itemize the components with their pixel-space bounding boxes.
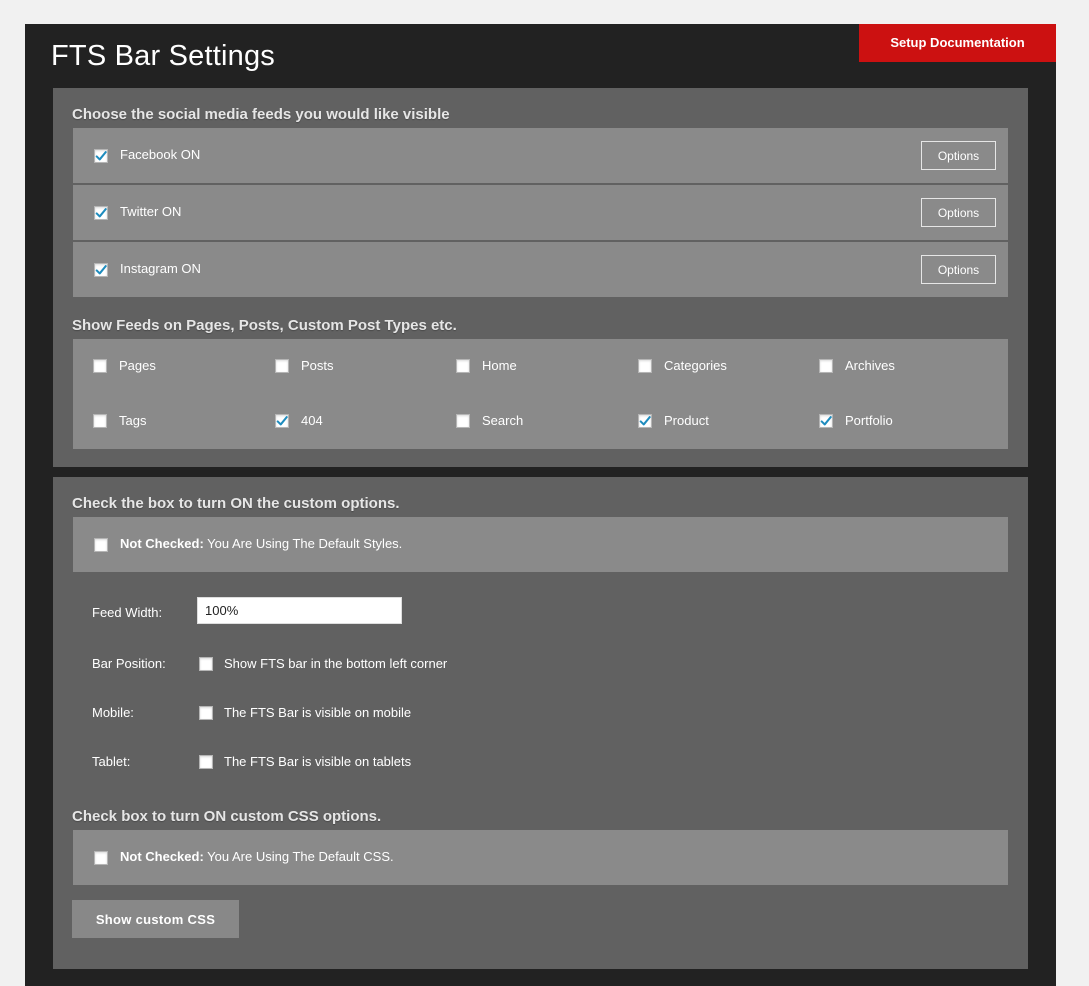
- bar-position-text: Show FTS bar in the bottom left corner: [224, 656, 448, 671]
- tablet-checkbox[interactable]: [199, 755, 213, 769]
- home-label: Home: [482, 358, 517, 373]
- tablet-label: Tablet:: [92, 754, 131, 769]
- feed-width-label: Feed Width:: [92, 605, 163, 620]
- mobile-text: The FTS Bar is visible on mobile: [224, 705, 412, 720]
- twitter-options-button[interactable]: Options: [921, 198, 996, 227]
- show-custom-css-button[interactable]: Show custom CSS: [72, 900, 239, 938]
- bar-position-label: Bar Position:: [92, 656, 166, 671]
- facebook-checkbox[interactable]: [94, 149, 108, 163]
- instagram-options-button[interactable]: Options: [921, 255, 996, 284]
- portfolio-checkbox[interactable]: [819, 414, 833, 428]
- page-title: FTS Bar Settings: [51, 40, 275, 72]
- instagram-checkbox[interactable]: [94, 263, 108, 277]
- product-checkbox[interactable]: [638, 414, 652, 428]
- pages-label: Pages: [119, 358, 156, 373]
- archives-checkbox[interactable]: [819, 359, 833, 373]
- custom-css-notice-bold: Not Checked:: [120, 849, 204, 864]
- tags-checkbox[interactable]: [93, 414, 107, 428]
- feed-row-facebook: Facebook ON Options: [73, 128, 1008, 183]
- custom-options-panel: Check the box to turn ON the custom opti…: [53, 477, 1028, 969]
- facebook-label: Facebook ON: [120, 147, 201, 162]
- custom-options-notice-bold: Not Checked:: [120, 536, 204, 551]
- feeds-panel: Choose the social media feeds you would …: [53, 88, 1028, 467]
- posts-checkbox[interactable]: [275, 359, 289, 373]
- tablet-text: The FTS Bar is visible on tablets: [224, 754, 412, 769]
- search-checkbox[interactable]: [456, 414, 470, 428]
- custom-css-checkbox[interactable]: [94, 851, 108, 865]
- home-checkbox[interactable]: [456, 359, 470, 373]
- feed-row-instagram: Instagram ON Options: [73, 242, 1008, 297]
- settings-app: FTS Bar Settings Setup Documentation Cho…: [25, 24, 1056, 986]
- search-label: Search: [482, 413, 524, 428]
- bar-position-checkbox[interactable]: [199, 657, 213, 671]
- custom-options-row: Not Checked: You Are Using The Default S…: [73, 517, 1008, 572]
- show-on-heading: Show Feeds on Pages, Posts, Custom Post …: [72, 317, 457, 334]
- pages-checkbox[interactable]: [93, 359, 107, 373]
- portfolio-label: Portfolio: [845, 413, 893, 428]
- custom-options-notice: Not Checked: You Are Using The Default S…: [120, 536, 402, 551]
- mobile-checkbox[interactable]: [199, 706, 213, 720]
- feed-width-input[interactable]: [197, 597, 402, 624]
- posts-label: Posts: [301, 358, 334, 373]
- categories-checkbox[interactable]: [638, 359, 652, 373]
- feed-row-twitter: Twitter ON Options: [73, 185, 1008, 240]
- instagram-label: Instagram ON: [120, 261, 201, 276]
- custom-css-notice-text: You Are Using The Default CSS.: [203, 849, 394, 864]
- custom-css-heading: Check box to turn ON custom CSS options.: [72, 808, 382, 825]
- show-on-grid: Pages Posts Home Categories Archives Tag…: [73, 339, 1008, 449]
- custom-options-notice-text: You Are Using The Default Styles.: [203, 536, 403, 551]
- custom-css-row: Not Checked: You Are Using The Default C…: [73, 830, 1008, 885]
- twitter-label: Twitter ON: [120, 204, 182, 219]
- setup-documentation-button[interactable]: Setup Documentation: [859, 24, 1056, 62]
- feeds-heading: Choose the social media feeds you would …: [72, 106, 450, 123]
- tags-label: Tags: [119, 413, 147, 428]
- categories-label: Categories: [664, 358, 727, 373]
- 404-label: 404: [301, 413, 323, 428]
- 404-checkbox[interactable]: [275, 414, 289, 428]
- custom-options-heading: Check the box to turn ON the custom opti…: [72, 495, 400, 512]
- facebook-options-button[interactable]: Options: [921, 141, 996, 170]
- custom-options-checkbox[interactable]: [94, 538, 108, 552]
- twitter-checkbox[interactable]: [94, 206, 108, 220]
- mobile-label: Mobile:: [92, 705, 134, 720]
- archives-label: Archives: [845, 358, 895, 373]
- product-label: Product: [664, 413, 709, 428]
- custom-css-notice: Not Checked: You Are Using The Default C…: [120, 849, 394, 864]
